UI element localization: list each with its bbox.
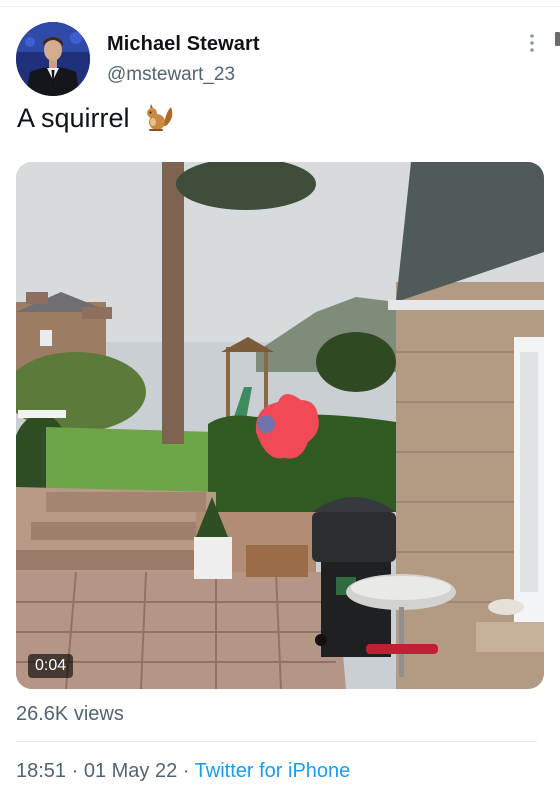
tweet-source-link[interactable]: Twitter for iPhone bbox=[195, 760, 351, 782]
video-duration: 0:04 bbox=[28, 654, 74, 678]
meta-separator-2: · bbox=[177, 760, 195, 782]
tweet-text-content: A squirrel bbox=[17, 103, 130, 133]
video-player[interactable]: 0:04 bbox=[16, 162, 544, 689]
author-name[interactable]: Michael Stewart bbox=[107, 33, 260, 56]
scroll-indicator[interactable] bbox=[555, 32, 560, 46]
divider bbox=[16, 741, 537, 742]
tweet-time[interactable]: 18:51 bbox=[16, 760, 66, 782]
tweet-text: A squirrel bbox=[17, 100, 175, 142]
top-divider bbox=[0, 6, 560, 7]
view-count: 26.6K views bbox=[16, 703, 124, 725]
meta-separator: · bbox=[66, 760, 84, 782]
author-handle[interactable]: @mstewart_23 bbox=[107, 64, 235, 86]
tweet-metadata: 18:51 · 01 May 22 · Twitter for iPhone bbox=[16, 760, 350, 783]
tweet-date[interactable]: 01 May 22 bbox=[84, 760, 177, 782]
more-vertical-icon[interactable] bbox=[522, 30, 542, 56]
squirrel-emoji-icon bbox=[141, 103, 175, 142]
avatar[interactable] bbox=[16, 22, 90, 96]
